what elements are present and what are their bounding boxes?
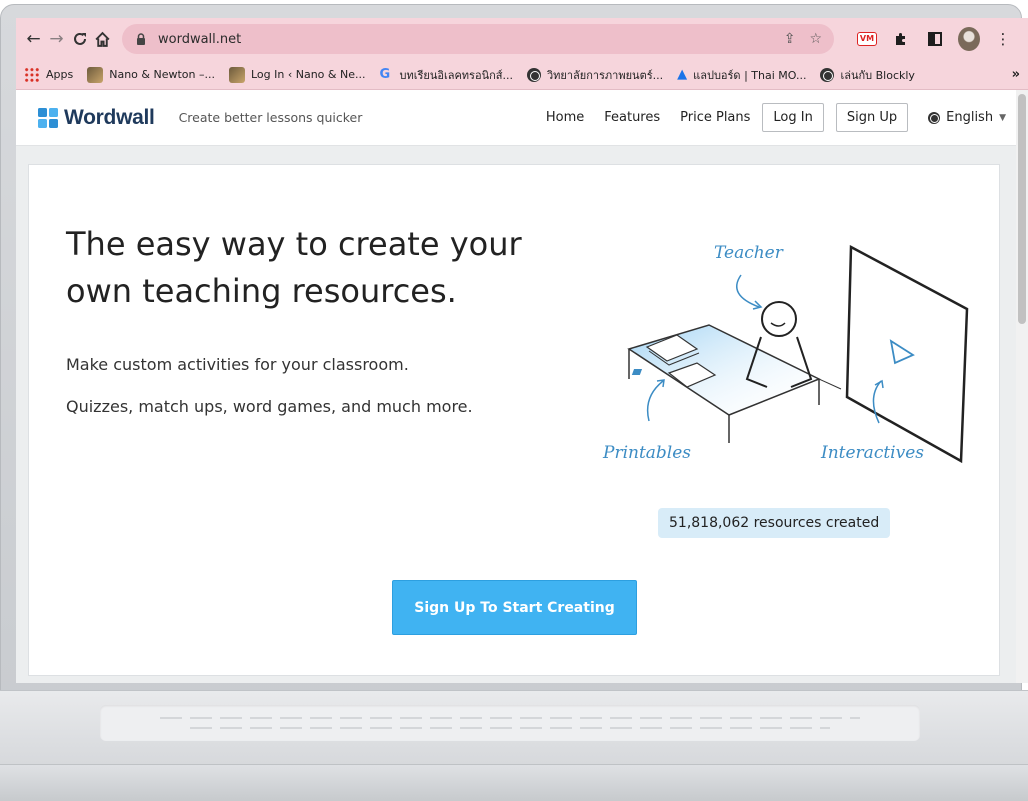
side-panel-icon[interactable] (924, 28, 946, 50)
url-text[interactable]: wordwall.net (158, 32, 770, 47)
site-header: Wordwall Create better lessons quicker H… (16, 90, 1028, 146)
main-nav: Home Features Price Plans Log In Sign Up… (526, 103, 1006, 132)
nav-price-plans[interactable]: Price Plans (680, 110, 750, 125)
scrollbar-thumb[interactable] (1018, 94, 1026, 324)
wordwall-logo[interactable]: Wordwall (38, 106, 155, 130)
apps-grid-icon (24, 66, 40, 83)
site-thumbnail-icon (228, 66, 245, 83)
nav-features[interactable]: Features (604, 110, 660, 125)
hero-title: The easy way to create your own teaching… (66, 225, 522, 310)
webpage: Wordwall Create better lessons quicker H… (16, 90, 1028, 683)
home-icon[interactable] (93, 26, 112, 52)
login-button[interactable]: Log In (762, 103, 824, 132)
signup-start-creating-button[interactable]: Sign Up To Start Creating (392, 580, 637, 635)
bookmark-nano-newton[interactable]: Nano & Newton –... (87, 66, 215, 83)
bookmarks-bar: Apps Nano & Newton –... Log In ‹ Nano & … (16, 60, 1028, 90)
forward-arrow-icon[interactable]: → (47, 26, 66, 52)
extensions-area: VM ⋮ (850, 27, 1020, 51)
profile-avatar[interactable] (958, 27, 980, 51)
hero-subtitle-2: Quizzes, match ups, word games, and much… (66, 397, 473, 416)
interactives-label: Interactives (821, 443, 924, 463)
more-bookmarks-button[interactable]: » (1012, 67, 1020, 82)
bookmark-login-nano[interactable]: Log In ‹ Nano & Ne... (228, 66, 365, 83)
language-selector[interactable]: English ▼ (928, 110, 1006, 125)
language-label: English (946, 110, 994, 125)
page-scrollbar[interactable] (1016, 90, 1028, 683)
key-row (190, 727, 830, 729)
share-icon[interactable]: ⇪ (784, 31, 796, 47)
menu-kebab-icon[interactable]: ⋮ (992, 28, 1014, 50)
key-row (160, 717, 860, 719)
vm-extension-icon[interactable]: VM (856, 28, 878, 50)
teacher-label: Teacher (714, 243, 783, 263)
hero-illustration: Teacher Printables Interactives (589, 229, 969, 489)
site-thumbnail-icon (87, 66, 104, 83)
back-arrow-icon[interactable]: ← (24, 26, 43, 52)
address-bar[interactable]: wordwall.net ⇪ ☆ (122, 24, 834, 54)
signup-button[interactable]: Sign Up (835, 103, 909, 132)
bookmark-star-icon[interactable]: ☆ (809, 31, 822, 47)
flask-icon: ▲ (677, 67, 688, 82)
laptop-keyboard (100, 705, 920, 741)
printables-label: Printables (603, 443, 692, 463)
bookmark-apps[interactable]: Apps (24, 66, 73, 83)
nav-home[interactable]: Home (546, 110, 584, 125)
browser-toolbar: ← → wordwall.net ⇪ ☆ VM ⋮ (16, 18, 1028, 60)
bookmark-thai-mooc[interactable]: ▲ แลปบอร์ด | Thai MO... (677, 66, 806, 84)
logo-text: Wordwall (64, 105, 155, 129)
globe-icon (526, 67, 541, 82)
bookmark-blockly[interactable]: เล่นกับ Blockly (820, 66, 915, 84)
chevron-down-icon: ▼ (999, 112, 1006, 123)
lock-icon (137, 33, 145, 45)
reload-icon[interactable] (70, 26, 89, 52)
hero-section: The easy way to create your own teaching… (28, 164, 1000, 676)
puzzle-extensions-icon[interactable] (890, 28, 912, 50)
bookmark-electronics-lesson[interactable]: G บทเรียนอิเลคทรอนิกส์... (379, 66, 512, 84)
hero-subtitle-1: Make custom activities for your classroo… (66, 355, 409, 374)
browser-window: ← → wordwall.net ⇪ ☆ VM ⋮ Apps Nano & Ne… (16, 18, 1028, 683)
globe-icon (820, 67, 835, 82)
tagline: Create better lessons quicker (178, 110, 363, 125)
wordwall-logo-icon (38, 107, 58, 128)
google-icon: G (379, 67, 391, 82)
laptop-front-edge (0, 764, 1028, 801)
bookmark-film-college[interactable]: วิทยาลัยการภาพยนตร์... (526, 66, 663, 84)
resources-counter: 51,818,062 resources created (658, 508, 891, 538)
globe-icon (928, 111, 941, 124)
